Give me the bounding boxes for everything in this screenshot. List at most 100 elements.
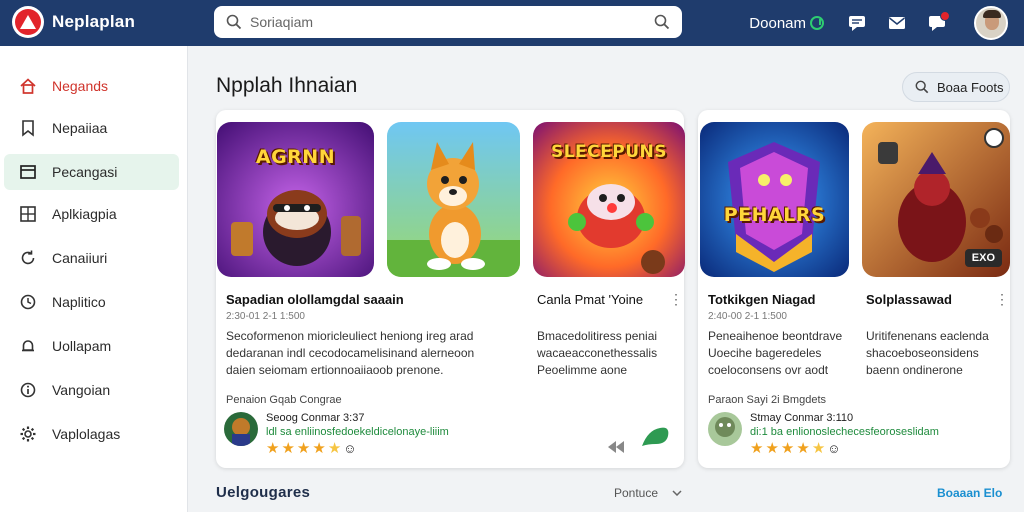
share-icon[interactable] [608,440,624,458]
home-icon [18,76,38,96]
sidebar-item-4[interactable]: Canaiiuri [4,240,179,276]
see-all-link[interactable]: Boaaan Elo [937,486,1002,500]
sidebar-item-1[interactable]: Nepaiiaa [4,110,179,146]
sidebar-item-label: Uollapam [52,338,112,354]
reviewer-avatar[interactable] [224,412,258,446]
clock-icon [18,292,38,312]
sidebar-item-label: Nepaiiaa [52,120,108,136]
bell-icon [18,336,38,356]
search-icon [915,80,929,94]
star-icon: ★ [312,440,326,457]
reviewer-name: Seoog Conmar 3:37 [266,412,365,424]
game-tile-3[interactable]: SLECEPUNS [533,122,685,277]
sort-label: Pontuce [614,486,659,500]
star-icon: ★ [765,440,779,457]
game-title[interactable]: Sapadian olollamgdal saaain [226,292,404,307]
review-text[interactable]: ldl sa enliinosfedoekeldicelonaye-liiim [266,426,449,438]
game-description: Bmacedolitiress peniai wacaeacconethessa… [537,329,658,377]
controller-icon[interactable] [638,422,672,457]
game-title[interactable]: Canla Pmat 'Yoine [537,292,643,307]
chevron-down-icon [672,490,682,496]
brand[interactable]: Neplaplan [12,6,135,38]
rating-stars: ★ ★ ★ ★ ★ ☺ [266,441,449,456]
game-tile-1[interactable]: AGRNN [217,122,374,277]
sidebar-item-label: Pecangasi [52,164,118,180]
tile-title-text: SLECEPUNS [550,142,667,162]
review-text[interactable]: di:1 ba enlionoslechecesfeoroseslidam [750,426,939,438]
search-submit-icon[interactable] [654,14,670,30]
filter-button[interactable]: Boaa Foots [902,72,1010,102]
sidebar: Negands Nepaiiaa Pecangasi Aplkiagpia Ca… [0,46,188,512]
sidebar-item-6[interactable]: Uollapam [4,328,179,364]
emoji-icon: ☺ [827,441,841,456]
filter-button-label: Boaa Foots [937,79,1004,95]
chat-icon[interactable] [846,12,868,34]
sidebar-item-5[interactable]: Naplitico [4,284,179,320]
sort-dropdown[interactable]: Pontuce [614,486,682,500]
mail-icon[interactable] [886,12,908,34]
sidebar-item-0[interactable]: Negands [4,68,179,104]
star-icon: ★ [750,440,764,457]
sidebar-item-2[interactable]: Pecangasi [4,154,179,190]
sidebar-item-3[interactable]: Aplkiagpia [4,196,179,232]
sidebar-item-label: Negands [52,78,109,94]
top-bar: Neplaplan Doonam [0,0,1024,46]
tile-badge: EXO [964,249,1002,267]
brand-logo-icon [12,6,44,38]
account-link[interactable]: Doonam [749,15,824,32]
account-label: Doonam [749,14,806,32]
section-title: Uelgougares [216,484,311,501]
rating-stars: ★ ★ ★ ★ ★ ☺ [750,441,939,456]
review-section-label: Penaion Gqab Congrae [226,394,342,406]
grid-icon [18,204,38,224]
review-section-label: Paraon Sayi 2i Bmgdets [708,394,827,406]
star-icon: ★ [266,440,280,457]
game-description: Uritifenenans eaclenda shacoeboseonsiden… [866,329,989,377]
game-description: Secoformenon mioricleuliect heniong ireg… [226,329,475,377]
more-options-icon[interactable]: ⋮ [669,292,683,306]
game-tile-5[interactable]: EXO [862,122,1010,277]
tile-title-text: PEHALRS [723,204,826,226]
reviewer-name: Stmay Conmar 3:110 [750,412,854,424]
game-title[interactable]: Totkikgen Niagad [708,292,815,307]
reviewer-avatar[interactable] [708,412,742,446]
sidebar-item-8[interactable]: Vaplolagas [4,416,179,452]
tile-corner-icon[interactable] [984,128,1004,148]
emoji-icon: ☺ [343,441,357,456]
sidebar-item-label: Naplitico [52,294,106,310]
search-input[interactable] [250,14,654,30]
game-title[interactable]: Solplassawad [866,292,952,307]
game-art-dog [387,122,520,277]
sidebar-item-label: Vaplolagas [52,426,121,442]
game-tile-4[interactable]: PEHALRS [700,122,849,277]
notifications-icon[interactable] [926,11,950,34]
sidebar-item-7[interactable]: Vangoian [4,372,179,408]
star-icon: ★ [780,440,795,457]
sidebar-item-label: Canaiiuri [52,250,108,266]
star-half-icon: ★ [811,440,826,457]
star-icon: ★ [796,440,810,457]
window-icon [18,162,38,182]
game-art-shield [700,122,849,277]
game-description: Peneaihenoe beontdrave Uoecihe bageredel… [708,329,843,377]
more-options-icon[interactable]: ⋮ [995,292,1009,306]
settings-icon [18,424,38,444]
game-tile-2[interactable] [387,122,520,277]
info-icon [18,380,38,400]
search-bar [214,6,682,38]
user-avatar[interactable] [974,6,1008,40]
app-name: Neplaplan [52,12,136,31]
review: Seoog Conmar 3:37 ldl sa enliinosfedoeke… [224,412,449,456]
star-icon: ★ [296,440,311,457]
game-meta: 2:40-00 2-1 1:500 [708,311,787,322]
bookmark-icon [18,118,38,138]
star-half-icon: ★ [327,440,342,457]
sidebar-item-label: Aplkiagpia [52,206,117,222]
page-title: Npplah Ihnaian [216,74,358,97]
notification-badge [940,11,950,21]
sidebar-item-label: Vangoian [52,382,111,398]
power-icon [810,16,824,30]
review: Stmay Conmar 3:110 di:1 ba enlionosleche… [708,412,939,456]
search-icon [226,14,242,30]
refresh-icon [18,248,38,268]
